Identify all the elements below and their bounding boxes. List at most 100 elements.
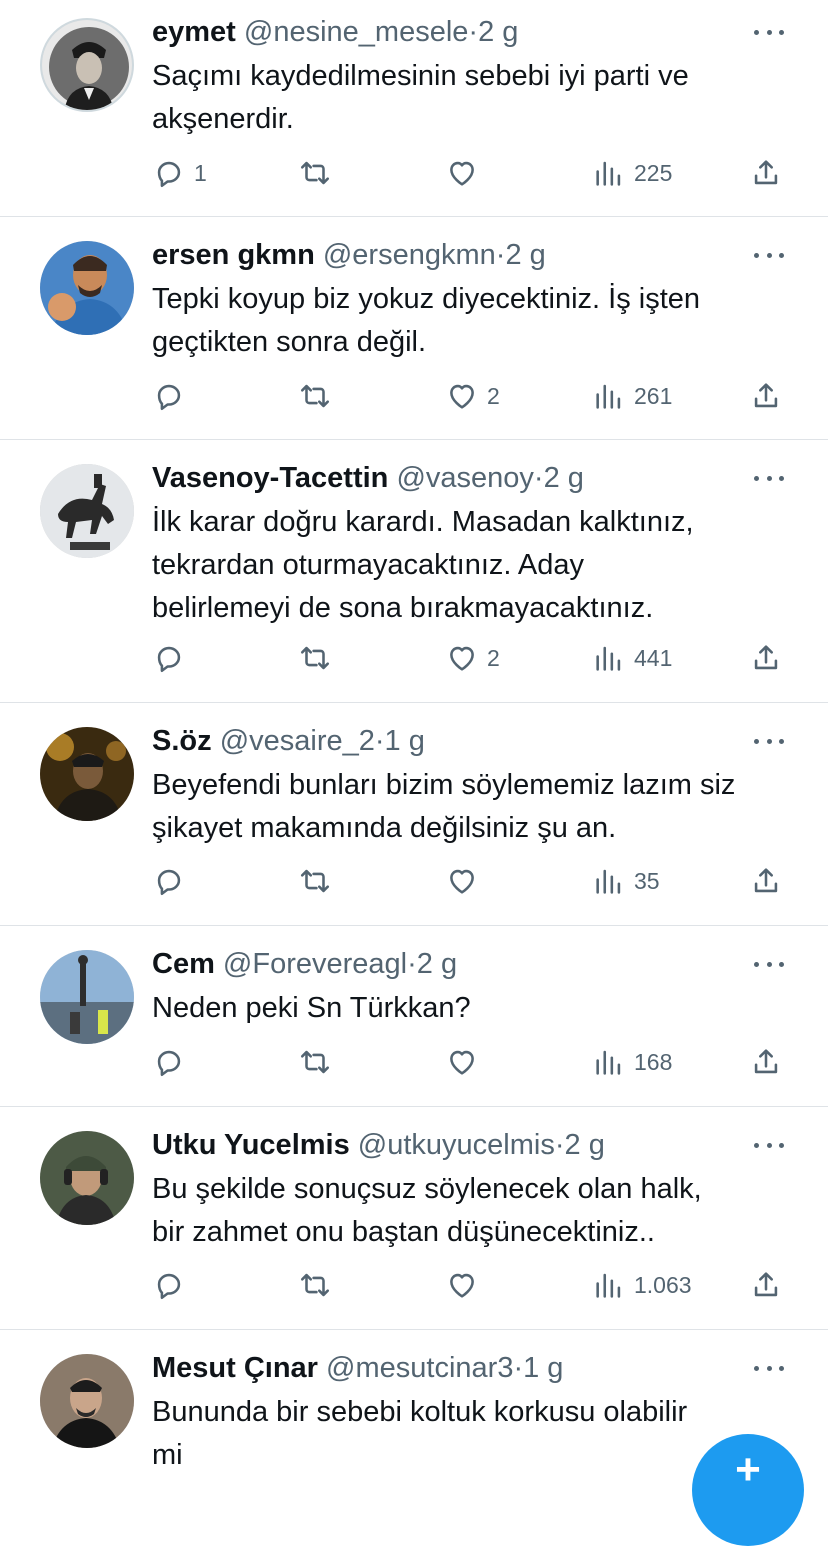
timestamp[interactable]: 2 g [417,948,457,980]
view-count: 261 [634,382,673,409]
tweet-actions: 35 [152,861,788,901]
user-handle[interactable]: @vesaire_2 [220,725,375,757]
user-handle[interactable]: @Forevereagl [223,948,407,980]
tweet-item[interactable]: eymet @nesine_mesele·2 g Saçımı kaydedil… [0,0,828,216]
more-options-button[interactable] [754,17,784,47]
reply-button[interactable]: 1 [152,153,207,193]
reply-button[interactable] [152,861,194,901]
statue-avatar-icon [40,464,134,558]
harbor-avatar-icon [40,950,134,1044]
analytics-icon [596,1050,621,1075]
like-button[interactable] [445,153,487,193]
like-button[interactable] [445,1265,487,1305]
tweet-item[interactable]: Cem @Forevereagl·2 g Neden peki Sn Türkk… [0,926,828,1106]
reply-button[interactable] [152,376,194,416]
share-button[interactable] [749,861,783,901]
avatar[interactable] [40,241,134,335]
display-name[interactable]: Mesut Çınar [152,1352,318,1384]
share-icon [754,160,778,185]
retweet-icon [300,646,330,670]
view-count: 1.063 [634,1271,692,1298]
display-name[interactable]: S.öz [152,725,212,757]
avatar[interactable] [40,1131,134,1225]
tweet-actions: 168 [152,1042,788,1082]
more-options-button[interactable] [754,726,784,756]
display-name[interactable]: Utku Yucelmis [152,1129,350,1161]
display-name[interactable]: Cem [152,948,215,980]
compose-button[interactable]: + [692,1434,804,1546]
avatar[interactable] [40,950,134,1044]
share-button[interactable] [749,1265,783,1305]
display-name[interactable]: Vasenoy-Tacettin [152,462,388,494]
more-options-button[interactable] [754,949,784,979]
views-button[interactable]: 168 [592,1042,672,1082]
more-options-button[interactable] [754,463,784,493]
display-name[interactable]: ersen gkmn [152,239,315,271]
share-icon [754,868,778,893]
views-button[interactable]: 225 [592,153,672,193]
analytics-icon [596,869,621,894]
retweet-button[interactable] [298,153,340,193]
view-count: 225 [634,159,673,186]
analytics-icon [596,161,621,186]
tweet-item[interactable]: Vasenoy-Tacettin @vasenoy·2 g İlk karar … [0,440,828,702]
user-handle[interactable]: @vasenoy [396,462,533,494]
plus-icon: + [735,1445,761,1494]
separator-dot: · [513,1352,524,1384]
timestamp[interactable]: 1 g [385,725,425,757]
views-button[interactable]: 261 [592,376,672,416]
retweet-button[interactable] [298,1042,340,1082]
reply-button[interactable] [152,638,194,678]
views-button[interactable]: 1.063 [592,1265,692,1305]
like-button[interactable] [445,1042,487,1082]
like-button[interactable] [445,861,487,901]
user-handle[interactable]: @nesine_mesele [244,16,469,48]
views-button[interactable]: 35 [592,861,660,901]
retweet-button[interactable] [298,1265,340,1305]
like-count: 2 [487,382,500,409]
share-icon [754,383,778,408]
user-handle[interactable]: @ersengkmn [323,239,496,271]
display-name[interactable]: eymet [152,16,236,48]
reply-button[interactable] [152,1265,194,1305]
user-handle[interactable]: @mesutcinar3 [326,1352,513,1384]
user-handle[interactable]: @utkuyucelmis [358,1129,555,1161]
timestamp[interactable]: 2 g [544,462,584,494]
tweet-item[interactable]: S.öz @vesaire_2·1 g Beyefendi bunları bi… [0,703,828,925]
reply-button[interactable] [152,1042,194,1082]
heart-icon [450,646,474,671]
retweet-button[interactable] [298,638,340,678]
timestamp[interactable]: 2 g [478,16,518,48]
heart-icon [450,384,474,409]
share-button[interactable] [749,638,783,678]
reply-icon [157,384,181,411]
retweet-button[interactable] [298,376,340,416]
timestamp[interactable]: 1 g [523,1352,563,1384]
portrait-icon [42,20,132,110]
avatar[interactable] [40,464,134,558]
more-options-button[interactable] [754,1130,784,1160]
analytics-icon [596,646,621,671]
timestamp[interactable]: 2 g [565,1129,605,1161]
share-button[interactable] [749,1042,783,1082]
timestamp[interactable]: 2 g [505,239,545,271]
more-options-button[interactable] [754,240,784,270]
share-button[interactable] [749,376,783,416]
views-button[interactable]: 441 [592,638,672,678]
avatar[interactable] [40,18,134,112]
more-options-button[interactable] [754,1353,784,1383]
like-button[interactable]: 2 [445,638,500,678]
reply-icon [157,646,181,673]
tweet-item[interactable]: ersen gkmn @ersengkmn·2 g Tepki koyup bi… [0,217,828,439]
avatar[interactable] [40,727,134,821]
share-button[interactable] [749,153,783,193]
view-count: 35 [634,867,660,894]
view-count: 441 [634,644,673,671]
tweet-item[interactable]: Utku Yucelmis @utkuyucelmis·2 g Bu şekil… [0,1107,828,1329]
tweet-text: Bu şekilde sonuçsuz söylenecek olan halk… [152,1173,702,1248]
tweet-text: Beyefendi bunları bizim söylememiz lazım… [152,769,736,844]
retweet-button[interactable] [298,861,340,901]
avatar[interactable] [40,1354,134,1448]
heart-icon [450,869,474,894]
like-button[interactable]: 2 [445,376,500,416]
